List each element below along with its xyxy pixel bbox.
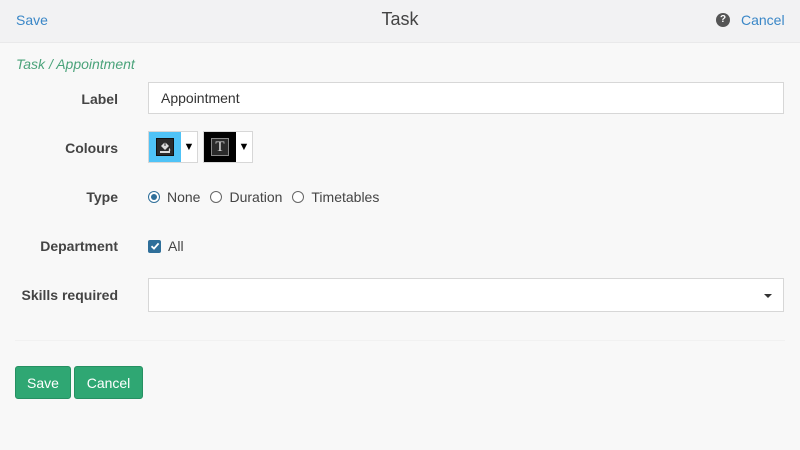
department-checkbox-group: All (148, 238, 184, 254)
skills-select[interactable] (148, 278, 784, 312)
background-colour-dropdown-arrow[interactable]: ▼ (181, 132, 197, 162)
cancel-button[interactable]: Cancel (74, 366, 143, 399)
radio-duration[interactable] (210, 191, 223, 203)
text-colour-dropdown-arrow[interactable]: ▼ (236, 132, 252, 162)
colours-field-label: Colours (65, 140, 118, 156)
top-bar: Save Task ? Cancel (0, 0, 800, 43)
department-all-label: All (168, 238, 184, 254)
background-colour-picker[interactable]: ▼ (148, 131, 198, 163)
save-button[interactable]: Save (15, 366, 71, 399)
paint-bucket-icon (156, 138, 174, 156)
text-T-icon: T (211, 138, 229, 156)
check-icon (150, 242, 159, 250)
label-field-label: Label (81, 91, 118, 107)
skills-field-label: Skills required (21, 287, 118, 303)
label-input[interactable] (148, 82, 784, 114)
background-colour-swatch[interactable] (149, 132, 181, 162)
text-colour-picker[interactable]: T ▼ (203, 131, 253, 163)
type-option-timetables[interactable]: Timetables (292, 189, 379, 205)
radio-none[interactable] (148, 191, 160, 203)
help-icon[interactable]: ? (716, 13, 730, 27)
radio-timetables[interactable] (292, 191, 305, 203)
form-divider (15, 340, 785, 341)
chevron-down-icon (764, 294, 772, 298)
header-cancel-link[interactable]: Cancel (741, 12, 785, 28)
type-option-duration[interactable]: Duration (210, 189, 282, 205)
type-option-timetables-label: Timetables (311, 189, 380, 205)
type-option-none-label: None (167, 189, 201, 205)
type-option-none[interactable]: None (148, 189, 200, 205)
text-colour-swatch[interactable]: T (204, 132, 236, 162)
type-field-label: Type (86, 189, 118, 205)
department-field-label: Department (40, 238, 118, 254)
department-all-checkbox[interactable] (148, 239, 161, 253)
type-option-duration-label: Duration (229, 189, 283, 205)
breadcrumb: Task / Appointment (16, 56, 135, 72)
page-title: Task (381, 9, 419, 29)
type-radio-group: None Duration Timetables (148, 189, 389, 205)
